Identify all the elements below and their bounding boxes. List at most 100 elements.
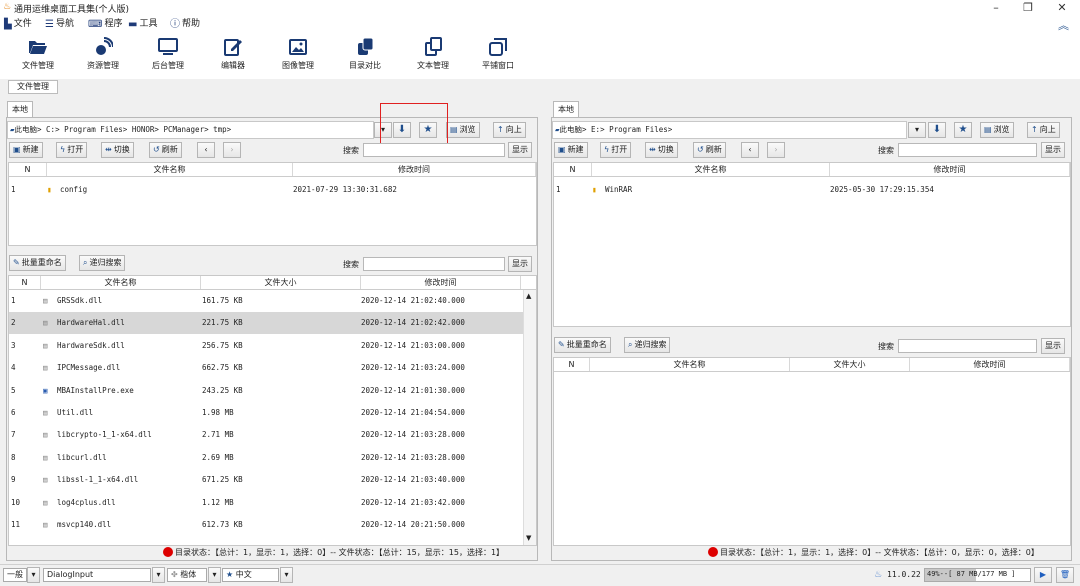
col-name[interactable]: 文件名称 bbox=[590, 358, 790, 371]
table-row[interactable]: 3 ▤ HardwareSdk.dll 256.75 KB 2020-12-14 21:… bbox=[9, 335, 523, 357]
left-file-search-input[interactable] bbox=[363, 257, 505, 271]
col-size[interactable]: 文件大小 bbox=[201, 276, 361, 289]
right-recursive-search-button[interactable]: ⌕ 递归搜索 bbox=[624, 337, 671, 353]
table-row[interactable]: 5 ▣ MBAInstallPre.exe 243.25 KB 2020-12-14 2… bbox=[9, 380, 523, 402]
monitor-icon bbox=[158, 38, 178, 55]
right-new-button[interactable]: ▣ 新建 bbox=[554, 142, 588, 158]
mode-dropdown[interactable]: ▾ bbox=[27, 567, 40, 583]
toolbar-dir-compare[interactable]: 目录对比 bbox=[333, 33, 397, 79]
table-row[interactable]: 7 ▤ libcrypto-1_1-x64.dll 2.71 MB 2020-12-14… bbox=[9, 424, 523, 446]
col-name[interactable]: 文件名称 bbox=[47, 163, 293, 176]
right-forward-button[interactable]: › bbox=[767, 142, 785, 158]
right-download-button[interactable]: ⬇ bbox=[928, 122, 946, 138]
col-n[interactable]: N bbox=[554, 163, 592, 176]
left-recursive-search-button[interactable]: ⌕ 递归搜索 bbox=[79, 255, 126, 271]
title-bar: ♨ 通用运维桌面工具集(个人版) – ❐ ✕ bbox=[0, 0, 1080, 16]
collapse-ribbon-icon[interactable]: ︽ bbox=[1058, 17, 1069, 33]
table-row[interactable]: 1 ▤ GRSSdk.dll 161.75 KB 2020-12-14 21:02:40… bbox=[9, 290, 523, 312]
right-dir-search-input[interactable] bbox=[898, 143, 1037, 157]
right-favorite-button[interactable]: ★ bbox=[954, 122, 972, 138]
right-refresh-button[interactable]: ↺ 刷新 bbox=[693, 142, 726, 158]
col-n[interactable]: N bbox=[554, 358, 590, 371]
left-up-button[interactable]: ↑ 向上 bbox=[493, 122, 526, 138]
col-n[interactable]: N bbox=[9, 276, 41, 289]
tab-file-manager[interactable]: 文件管理 bbox=[8, 80, 58, 94]
left-status-bar: 目录状态：【总计：1，显示：1，选择：0】-- 文件状态：【总计：15，显示：1… bbox=[163, 546, 504, 560]
left-switch-button[interactable]: ⇹ 切换 bbox=[101, 142, 134, 158]
left-refresh-button[interactable]: ↺ 刷新 bbox=[149, 142, 182, 158]
right-file-search-input[interactable] bbox=[898, 339, 1037, 353]
toolbar-backend[interactable]: 后台管理 bbox=[136, 33, 200, 79]
left-forward-button[interactable]: › bbox=[223, 142, 241, 158]
col-size[interactable]: 文件大小 bbox=[790, 358, 910, 371]
col-name[interactable]: 文件名称 bbox=[592, 163, 830, 176]
left-file-show-button[interactable]: 显示 bbox=[508, 256, 532, 272]
scroll-up-icon[interactable]: ▲ bbox=[526, 292, 531, 300]
right-path-bar[interactable]: ▰此电脑> E:> Program Files> bbox=[552, 121, 907, 139]
right-tab-local[interactable]: 本地 bbox=[553, 101, 579, 117]
menu-file[interactable]: ▙ 文件 bbox=[4, 18, 32, 31]
left-open-button[interactable]: ϟ 打开 bbox=[56, 142, 88, 158]
cell-time: 2020-12-14 21:03:24.000 bbox=[361, 363, 465, 373]
left-dir-search-input[interactable] bbox=[363, 143, 505, 157]
menu-program[interactable]: ⌨ 程序 bbox=[88, 18, 122, 31]
table-row[interactable]: 2 ▤ HardwareHal.dll 221.75 KB 2020-12-14 21:… bbox=[9, 312, 523, 335]
left-scrollbar[interactable]: ▲ ▼ bbox=[523, 290, 536, 545]
right-rename-button[interactable]: ✎ 批量重命名 bbox=[554, 337, 611, 353]
scroll-down-icon[interactable]: ▼ bbox=[526, 534, 531, 542]
menu-tools[interactable]: ▬ 工具 bbox=[128, 18, 157, 31]
left-path-bar[interactable]: ▰此电脑> C:> Program Files> HONOR> PCManage… bbox=[7, 121, 374, 139]
table-row[interactable]: 6 ▤ Util.dll 1.98 MB 2020-12-14 21:04:54.000 bbox=[9, 402, 523, 424]
right-dir-show-button[interactable]: 显示 bbox=[1041, 142, 1065, 158]
table-row[interactable]: 8 ▤ libcurl.dll 2.69 MB 2020-12-14 21:03:28.… bbox=[9, 447, 523, 469]
memory-bar[interactable]: 49%--[ 87 MB/177 MB ] bbox=[924, 568, 1031, 582]
right-switch-button[interactable]: ⇹ 切换 bbox=[645, 142, 678, 158]
table-row[interactable]: 1 ▮ config 2021-07-29 13:30:31.682 bbox=[9, 179, 536, 201]
col-n[interactable]: N bbox=[9, 163, 47, 176]
toolbar-tile-window[interactable]: 平铺窗口 bbox=[466, 33, 530, 79]
right-path-dropdown[interactable]: ▾ bbox=[908, 122, 926, 138]
left-tab-local[interactable]: 本地 bbox=[7, 101, 33, 117]
table-row[interactable]: 1 ▮ WinRAR 2025-05-30 17:29:15.354 bbox=[554, 179, 1070, 201]
input-method-select[interactable]: DialogInput bbox=[43, 568, 151, 582]
toolbar-text-manager[interactable]: 文本管理 bbox=[401, 33, 465, 79]
minimize-button[interactable]: – bbox=[982, 0, 1010, 16]
right-open-button[interactable]: ϟ 打开 bbox=[600, 142, 632, 158]
toolbar-editor[interactable]: 编辑器 bbox=[201, 33, 265, 79]
menu-help[interactable]: ⓘ 帮助 bbox=[170, 18, 200, 31]
left-dir-show-button[interactable]: 显示 bbox=[508, 142, 532, 158]
clear-button[interactable]: 🗑 bbox=[1056, 567, 1074, 583]
right-back-button[interactable]: ‹ bbox=[741, 142, 759, 158]
col-time[interactable]: 修改时间 bbox=[361, 276, 521, 289]
col-time[interactable]: 修改时间 bbox=[910, 358, 1070, 371]
language-select[interactable]: ★ 中文 bbox=[222, 568, 279, 582]
table-row[interactable]: 4 ▤ IPCMessage.dll 662.75 KB 2020-12-14 21:0… bbox=[9, 357, 523, 379]
col-name[interactable]: 文件名称 bbox=[41, 276, 201, 289]
star-icon: ★ bbox=[958, 124, 968, 135]
col-time[interactable]: 修改时间 bbox=[830, 163, 1070, 176]
gc-run-button[interactable]: ▶ bbox=[1034, 567, 1052, 583]
close-button[interactable]: ✕ bbox=[1048, 0, 1076, 16]
left-new-button[interactable]: ▣ 新建 bbox=[9, 142, 43, 158]
left-browse-button[interactable]: ▤ 浏览 bbox=[446, 122, 480, 138]
input-dropdown[interactable]: ▾ bbox=[152, 567, 165, 583]
toolbar-file-manager[interactable]: 文件管理 bbox=[6, 33, 70, 79]
left-rename-button[interactable]: ✎ 批量重命名 bbox=[9, 255, 66, 271]
table-row[interactable]: 10 ▤ log4cplus.dll 1.12 MB 2020-12-14 21:03:… bbox=[9, 492, 523, 514]
dll-file-icon: ▤ bbox=[43, 408, 48, 417]
table-row[interactable]: 11 ▤ msvcp140.dll 612.73 KB 2020-12-14 20:21… bbox=[9, 514, 523, 536]
col-time[interactable]: 修改时间 bbox=[293, 163, 536, 176]
left-back-button[interactable]: ‹ bbox=[197, 142, 215, 158]
language-dropdown[interactable]: ▾ bbox=[280, 567, 293, 583]
toolbar-image-manager[interactable]: 图像管理 bbox=[266, 33, 330, 79]
right-file-show-button[interactable]: 显示 bbox=[1041, 338, 1065, 354]
menu-navigate[interactable]: ☰ 导航 bbox=[45, 18, 74, 31]
toolbar-resource-manager[interactable]: 资源管理 bbox=[71, 33, 135, 79]
table-row[interactable]: 9 ▤ libssl-1_1-x64.dll 671.25 KB 2020-12-14 … bbox=[9, 469, 523, 491]
right-browse-button[interactable]: ▤ 浏览 bbox=[980, 122, 1014, 138]
maximize-button[interactable]: ❐ bbox=[1014, 0, 1042, 16]
mode-select[interactable]: 一般 bbox=[3, 568, 27, 582]
right-up-button[interactable]: ↑ 向上 bbox=[1027, 122, 1060, 138]
font-dropdown[interactable]: ▾ bbox=[208, 567, 221, 583]
font-select[interactable]: ✤ 楷体 bbox=[167, 568, 207, 582]
